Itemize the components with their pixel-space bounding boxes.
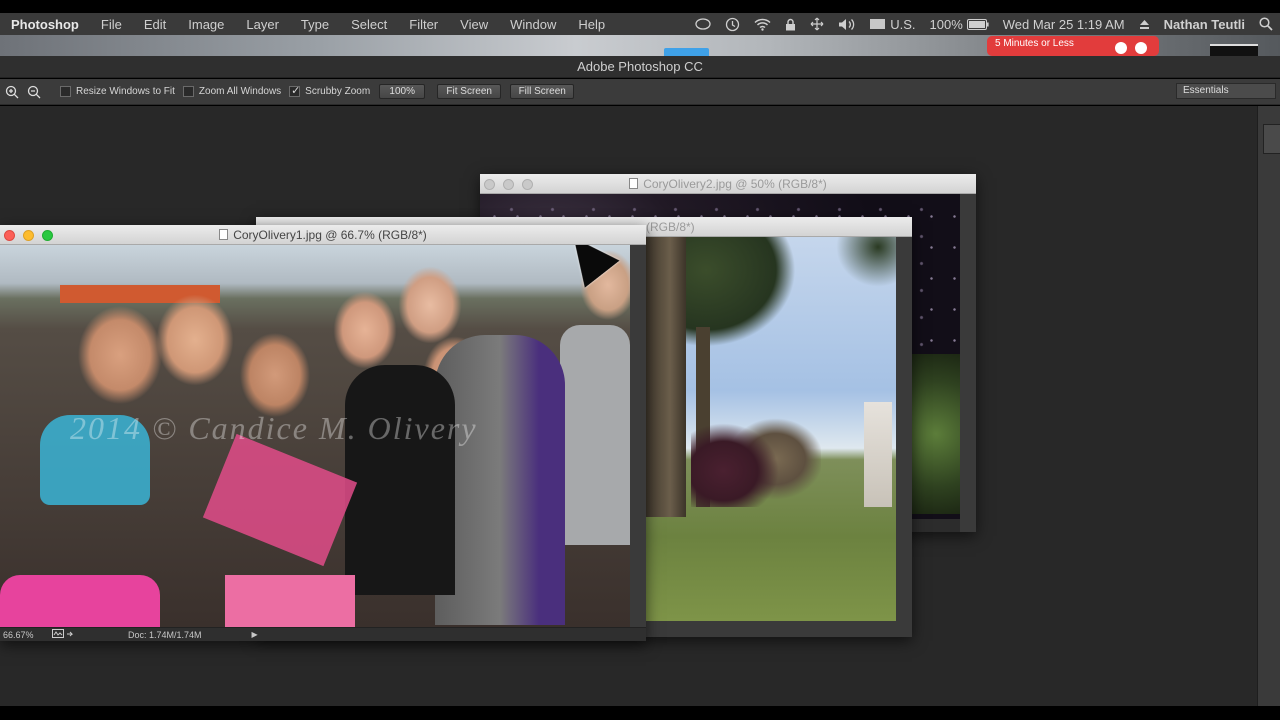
menu-select[interactable]: Select <box>340 17 398 32</box>
zoom-button[interactable] <box>522 179 533 190</box>
image-palm-fronds <box>836 237 896 287</box>
close-button[interactable] <box>4 230 15 241</box>
cloud-sync-icon[interactable] <box>52 629 74 640</box>
minimize-button[interactable] <box>503 179 514 190</box>
options-bar: Resize Windows to Fit Zoom All Windows S… <box>0 79 1280 105</box>
notification-text: 5 Minutes or Less <box>995 38 1074 49</box>
right-panel-dock <box>1257 106 1280 706</box>
zoom-all-windows-checkbox[interactable]: Zoom All Windows <box>182 86 282 97</box>
screen: Photoshop File Edit Image Layer Type Sel… <box>0 0 1280 720</box>
minimize-button[interactable] <box>23 230 34 241</box>
document-title: CoryOlivery2.jpg @ 50% (RGB/8*) <box>643 177 827 191</box>
input-source-label: U.S. <box>890 16 916 32</box>
spotlight-search-icon[interactable] <box>1252 17 1280 31</box>
document-icon <box>219 229 229 240</box>
clock[interactable]: Wed Mar 25 1:19 AM <box>996 17 1132 32</box>
image-watermark: 2014 © Candice M. Olivery <box>70 410 478 446</box>
menu-app-photoshop[interactable]: Photoshop <box>0 17 90 32</box>
image-pink-shorts <box>225 575 355 627</box>
image-people <box>691 387 821 507</box>
move-arrows-icon[interactable] <box>803 17 831 31</box>
status-menu-arrow-icon[interactable]: ▶ <box>252 630 258 639</box>
checkbox-box[interactable] <box>60 86 71 97</box>
fit-screen-button[interactable]: Fit Screen <box>437 84 502 99</box>
battery-icon <box>966 18 989 30</box>
zoom-all-windows-label: Zoom All Windows <box>198 86 282 97</box>
horizontal-scrollbar[interactable] <box>646 621 896 637</box>
zoom-level-field[interactable]: 66.67% <box>0 630 36 640</box>
menu-edit[interactable]: Edit <box>133 17 177 32</box>
app-title: Adobe Photoshop CC <box>577 59 703 74</box>
menu-extras: U.S. 100% Wed Mar 25 1:19 AM Nathan Teut… <box>688 13 1280 35</box>
document-title: CoryOlivery1.jpg @ 66.7% (RGB/8*) <box>233 228 427 242</box>
resize-windows-label: Resize Windows to Fit <box>76 86 175 97</box>
menu-file[interactable]: File <box>90 17 133 32</box>
document-canvas-image[interactable]: 2014 © Candice M. Olivery <box>0 245 630 627</box>
checkbox-box-checked[interactable] <box>289 84 300 97</box>
menu-help[interactable]: Help <box>567 17 616 32</box>
document-titlebar[interactable]: CoryOlivery1.jpg @ 66.7% (RGB/8*) <box>0 225 646 245</box>
image-figure <box>864 402 892 507</box>
menu-layer[interactable]: Layer <box>235 17 290 32</box>
lock-icon[interactable] <box>778 18 803 31</box>
image-black-shirt <box>345 365 455 595</box>
workspace-switcher[interactable]: Essentials <box>1176 83 1276 99</box>
menu-bar: Photoshop File Edit Image Layer Type Sel… <box>0 13 1280 35</box>
document-canvas-image[interactable] <box>646 237 896 621</box>
zoom-out-icon[interactable] <box>24 82 44 102</box>
window-controls <box>484 179 533 190</box>
volume-icon[interactable] <box>831 18 863 31</box>
notification-settings-icon[interactable] <box>1135 42 1147 54</box>
document-title: (RGB/8*) <box>646 220 695 234</box>
menu-window[interactable]: Window <box>499 17 567 32</box>
vertical-scrollbar[interactable] <box>960 194 976 532</box>
input-source[interactable]: U.S. <box>863 17 922 32</box>
vertical-scrollbar[interactable] <box>630 245 646 627</box>
panel-icon[interactable] <box>1263 124 1280 154</box>
zoom-button[interactable] <box>42 230 53 241</box>
app-title-bar: Adobe Photoshop CC <box>0 56 1280 78</box>
fill-screen-button[interactable]: Fill Screen <box>510 84 575 99</box>
wifi-icon[interactable] <box>747 18 778 31</box>
chat-bubble-icon[interactable] <box>688 17 718 31</box>
zoom-100-button[interactable]: 100% <box>379 84 426 99</box>
menu-type[interactable]: Type <box>290 17 340 32</box>
window-controls <box>4 230 53 241</box>
zoom-in-icon[interactable] <box>2 82 22 102</box>
document-size: Doc: 1.74M/1.74M <box>128 629 202 640</box>
background-window <box>1210 44 1258 56</box>
time-machine-icon[interactable] <box>718 17 747 32</box>
close-button[interactable] <box>484 179 495 190</box>
document-window-1[interactable]: CoryOlivery1.jpg @ 66.7% (RGB/8*) 2014 ©… <box>0 225 646 641</box>
flag-icon <box>870 19 886 29</box>
image-pink-bottoms <box>0 575 160 627</box>
battery-percent: 100% <box>929 16 963 32</box>
menu-image[interactable]: Image <box>177 17 235 32</box>
battery-status[interactable]: 100% <box>923 17 996 32</box>
resize-windows-checkbox[interactable]: Resize Windows to Fit <box>60 86 175 97</box>
notification-action-icon[interactable] <box>1115 42 1127 54</box>
desktop-folder-icon <box>664 48 709 56</box>
document-status-bar: 66.67% Doc: 1.74M/1.74M ▶ <box>0 627 646 641</box>
screen-bottom-edge <box>0 706 1280 720</box>
scrubby-zoom-checkbox[interactable]: Scrubby Zoom <box>289 84 371 97</box>
user-name[interactable]: Nathan Teutli <box>1157 17 1252 32</box>
image-grey-shirt <box>560 325 630 545</box>
document-titlebar[interactable]: CoryOlivery2.jpg @ 50% (RGB/8*) <box>480 174 976 194</box>
notification-banner[interactable]: 5 Minutes or Less <box>987 36 1159 56</box>
menu-filter[interactable]: Filter <box>398 17 449 32</box>
checkbox-box[interactable] <box>182 86 194 97</box>
image-palm-trunk <box>646 237 686 517</box>
scrubby-zoom-label: Scrubby Zoom <box>305 86 371 97</box>
document-icon <box>629 178 639 189</box>
vertical-scrollbar[interactable] <box>896 237 912 637</box>
menu-view[interactable]: View <box>449 17 499 32</box>
eject-icon[interactable] <box>1132 19 1157 30</box>
